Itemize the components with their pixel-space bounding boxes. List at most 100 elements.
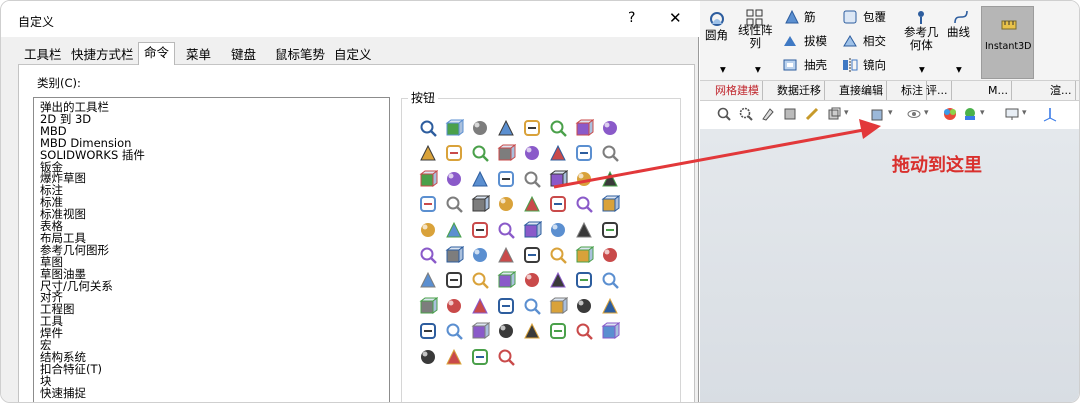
box-wire-icon[interactable] — [418, 169, 439, 189]
hidden-lines-icon[interactable] — [444, 169, 464, 189]
shaded-edges-icon[interactable] — [496, 169, 516, 189]
help-button[interactable]: ? — [628, 10, 635, 26]
rotate-view-icon[interactable] — [470, 143, 490, 163]
category-item[interactable]: 快速捕捉 — [40, 387, 86, 399]
zoom-inout-icon[interactable] — [574, 118, 595, 138]
zoom-sheet-icon[interactable] — [548, 118, 568, 138]
record-icon[interactable] — [470, 296, 490, 316]
category-item[interactable]: MBD Dimension — [40, 137, 131, 149]
view-settings-icon[interactable] — [418, 245, 438, 265]
command-tab[interactable]: 渲... — [1047, 81, 1076, 100]
display-style-icon[interactable] — [870, 106, 886, 125]
3d-cube-icon[interactable] — [418, 143, 438, 163]
stack-icon[interactable] — [418, 347, 438, 367]
zoom-fit-icon[interactable] — [496, 118, 516, 138]
tab-mouse-gestures[interactable]: 鼠标笔势 — [275, 45, 325, 65]
tab-menus[interactable]: 菜单 — [186, 45, 211, 65]
magnify-icon[interactable] — [548, 194, 568, 214]
camera-icon[interactable] — [418, 194, 438, 214]
appearance-icon[interactable] — [444, 220, 464, 240]
hide-icon[interactable] — [470, 321, 491, 341]
category-item[interactable]: 参考几何图形 — [40, 244, 109, 256]
curve-icon[interactable] — [574, 245, 595, 265]
section-view-icon[interactable] — [548, 169, 569, 189]
linear-pattern-dropdown[interactable]: ▾ — [755, 63, 761, 76]
tab-shortcut-bars[interactable]: 快捷方式栏 — [71, 45, 134, 65]
draft-button[interactable]: 拔模 — [804, 35, 827, 48]
category-item[interactable]: 扣合特征(T) — [40, 363, 102, 375]
category-item[interactable]: 块 — [40, 375, 52, 387]
note-icon[interactable] — [470, 347, 490, 367]
linear-pattern-button[interactable]: 线性阵 列 — [738, 24, 773, 50]
explode-icon[interactable] — [600, 194, 621, 214]
sketch-point-icon[interactable] — [548, 270, 568, 290]
view-orientation-icon[interactable] — [826, 106, 842, 125]
reference-geometry-button[interactable]: 参考几 何体 — [904, 26, 939, 52]
tab-commands[interactable]: 命令 — [138, 42, 176, 65]
light-bulb-icon[interactable] — [418, 296, 439, 316]
category-item[interactable]: 草图 — [40, 256, 63, 268]
command-tab[interactable]: 网格建模 — [712, 81, 763, 100]
fix-icon[interactable] — [522, 321, 542, 341]
dimension-icon[interactable] — [496, 270, 517, 290]
curves-button[interactable]: 曲线 — [947, 26, 970, 39]
bolt-icon[interactable] — [574, 296, 594, 316]
wrap-button[interactable]: 包覆 — [863, 11, 886, 24]
rib-button[interactable]: 筋 — [804, 11, 816, 24]
plane-icon[interactable] — [496, 245, 516, 265]
fillet-dropdown[interactable]: ▾ — [720, 63, 726, 76]
dynamic-annotation-icon[interactable] — [804, 106, 820, 125]
edit-appearance-icon[interactable] — [444, 118, 465, 138]
view-settings-dropdown[interactable]: ▾ — [1022, 108, 1027, 118]
wand-icon[interactable] — [418, 118, 438, 138]
cosmetic-icon[interactable] — [522, 296, 542, 316]
command-tab[interactable]: M... — [985, 81, 1012, 100]
display-style-dropdown[interactable]: ▾ — [888, 108, 893, 118]
weld-icon[interactable] — [548, 321, 568, 341]
triad-icon[interactable] — [1042, 106, 1058, 125]
line-icon[interactable] — [444, 245, 465, 265]
show-icon[interactable] — [496, 321, 516, 341]
dome-icon[interactable] — [418, 321, 438, 341]
curvature-icon[interactable] — [574, 169, 594, 189]
bead-icon[interactable] — [574, 321, 594, 341]
realview-icon[interactable] — [522, 220, 543, 240]
shaded-icon[interactable] — [470, 169, 490, 189]
back-view-icon[interactable] — [600, 143, 620, 163]
surface-icon[interactable] — [600, 245, 620, 265]
render-icon[interactable] — [444, 296, 464, 316]
view-orientation-dropdown[interactable]: ▾ — [844, 108, 849, 118]
intersect-button[interactable]: 相交 — [863, 35, 886, 48]
zebra-icon[interactable] — [600, 169, 620, 189]
view-settings-icon[interactable] — [1004, 106, 1020, 125]
light-icon[interactable] — [522, 194, 542, 214]
hide-show-dropdown[interactable]: ▾ — [924, 108, 929, 118]
pan-icon[interactable] — [548, 143, 568, 163]
display-icon[interactable] — [470, 118, 490, 138]
ambient-icon[interactable] — [574, 220, 594, 240]
layers-icon[interactable] — [496, 194, 516, 214]
scissors-icon[interactable] — [600, 296, 620, 316]
note-attach-icon[interactable] — [496, 347, 516, 367]
reference-geometry-dropdown[interactable]: ▾ — [919, 63, 925, 76]
zoom-icon[interactable] — [600, 118, 620, 138]
camera-photo-icon[interactable] — [444, 321, 464, 341]
tab-keyboard[interactable]: 键盘 — [231, 45, 256, 65]
color-icon[interactable] — [444, 194, 464, 214]
spider-icon[interactable] — [444, 347, 464, 367]
category-item[interactable]: MBD — [40, 125, 67, 137]
decal-icon[interactable] — [496, 220, 516, 240]
eye-icon[interactable] — [600, 270, 620, 290]
command-tab[interactable]: 直接编辑 — [836, 81, 887, 100]
magnify-parts-icon[interactable] — [574, 194, 594, 214]
category-item[interactable]: 草图油墨 — [40, 268, 86, 280]
zoom-fit-icon[interactable] — [716, 106, 732, 125]
apply-scene-icon[interactable] — [962, 106, 978, 125]
annotation-icon[interactable] — [470, 270, 490, 290]
instant3d-button[interactable]: Instant3D — [981, 6, 1034, 79]
hide-show-items-icon[interactable] — [906, 106, 922, 125]
command-tab[interactable]: 评... — [923, 81, 952, 100]
view-orientation-icon[interactable] — [600, 220, 620, 240]
category-list[interactable]: 弹出的工具栏 2D 到 3D MBD MBD Dimension SOLIDWORKS … — [33, 97, 390, 402]
section-view-icon[interactable] — [782, 106, 798, 125]
